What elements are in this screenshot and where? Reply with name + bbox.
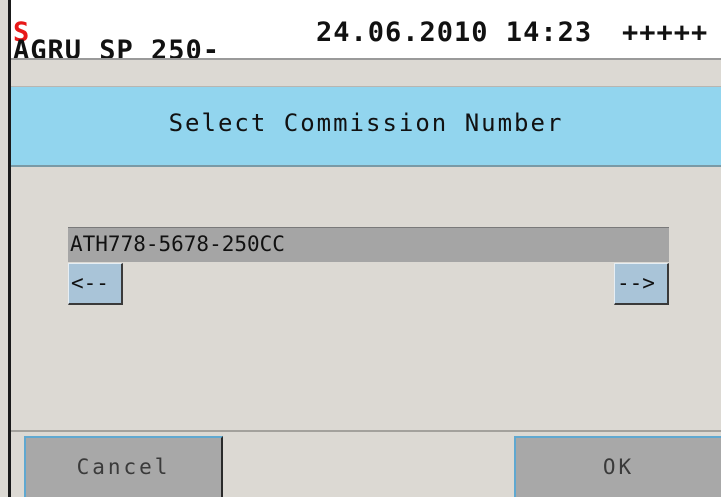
previous-button[interactable]: <-- (68, 263, 123, 305)
device-name: AGRU SP 250- S (13, 18, 219, 59)
dialog-title-band: Select Commission Number (11, 87, 721, 167)
status-indicator: +++++ (622, 17, 709, 48)
footer-divider (11, 430, 721, 432)
welding-machine-screen: AGRU SP 250- S 24.06.2010 14:23 +++++ Sel… (0, 0, 721, 497)
cancel-button[interactable]: Cancel (24, 436, 223, 497)
commission-number-value: ATH778-5678-250CC (70, 232, 285, 256)
dialog-title: Select Commission Number (168, 109, 564, 137)
commission-number-field[interactable]: ATH778-5678-250CC (68, 227, 669, 262)
device-model: AGRU SP 250- (13, 35, 221, 60)
datetime-display: 24.06.2010 14:23 (316, 17, 593, 48)
next-button[interactable]: --> (614, 263, 669, 305)
status-header: AGRU SP 250- S 24.06.2010 14:23 +++++ (11, 0, 721, 60)
header-spacer (11, 60, 721, 87)
ok-button[interactable]: OK (514, 436, 721, 497)
